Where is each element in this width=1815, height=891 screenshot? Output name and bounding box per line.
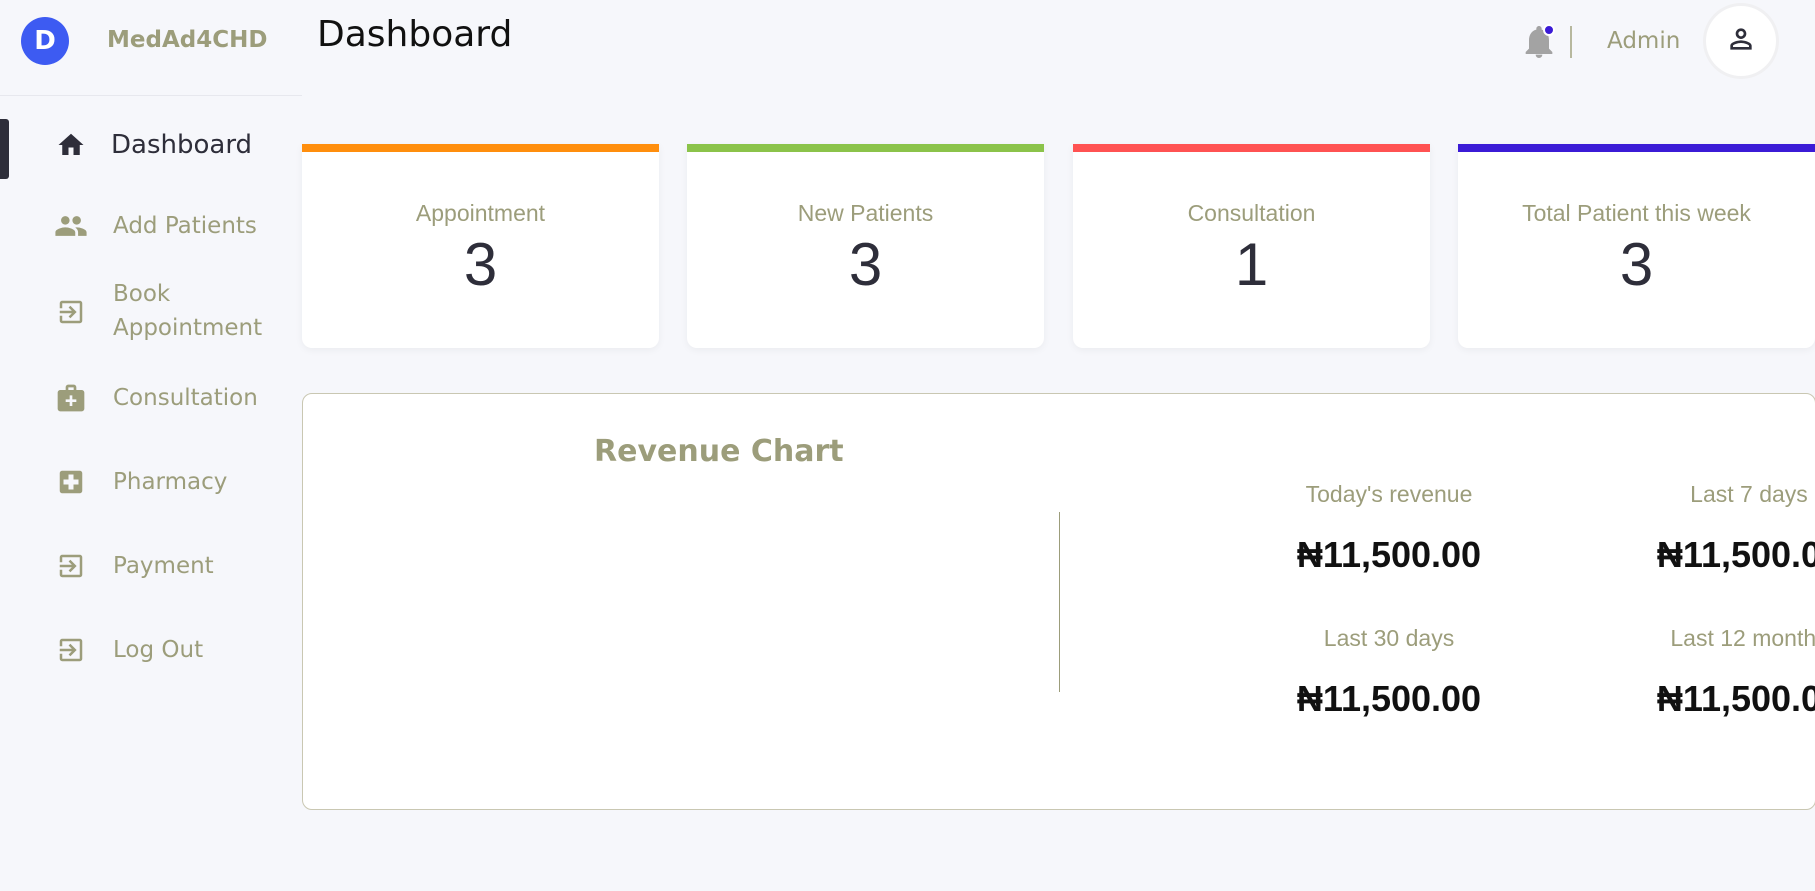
brand-name[interactable]: MedAd4CHD [107, 27, 267, 53]
card-accent-bar [687, 144, 1044, 152]
sidebar-item-label: Consultation [113, 385, 258, 411]
notification-button[interactable] [1523, 24, 1555, 60]
header-divider [1570, 26, 1572, 58]
brand: D MedAd4CHD [0, 0, 302, 96]
login-arrow-icon [54, 549, 88, 583]
revenue-label: Last 7 days [1690, 481, 1808, 507]
revenue-today: Today's revenue ₦11,500.00 [1239, 481, 1539, 576]
sidebar-item-label: Book Appointment [113, 281, 263, 341]
stat-value: 3 [848, 231, 883, 298]
sidebar-item-label: Dashboard [111, 130, 253, 160]
revenue-panel: Revenue Chart Today's revenue ₦11,500.00… [302, 393, 1815, 810]
card-accent-bar [302, 144, 659, 152]
bell-icon [1523, 26, 1555, 64]
revenue-divider [1059, 512, 1060, 692]
stat-title: Appointment [415, 200, 546, 226]
stat-card-total-patients-week: Total Patient this week 3 [1458, 144, 1815, 348]
stat-title: Total Patient this week [1522, 200, 1751, 226]
sidebar-item-label: Payment [113, 553, 214, 579]
stat-value: 3 [463, 231, 498, 298]
home-icon [54, 128, 88, 162]
stat-value: 1 [1234, 231, 1269, 298]
medical-cross-icon [54, 465, 88, 499]
login-arrow-icon [54, 295, 88, 329]
stat-card-appointment: Appointment 3 [302, 144, 659, 348]
stat-card-consultation: Consultation 1 [1073, 144, 1430, 348]
person-icon [1725, 23, 1757, 59]
notification-dot [1543, 24, 1555, 36]
revenue-value: ₦11,500.00 [1296, 534, 1482, 575]
revenue-value: ₦11,500.00 [1296, 678, 1482, 719]
revenue-label: Last 30 days [1323, 625, 1455, 651]
revenue-chart-title: Revenue Chart [594, 434, 844, 469]
revenue-last-12-months: Last 12 months ₦11,500.00 [1599, 625, 1815, 720]
sidebar-item-label: Pharmacy [113, 469, 228, 495]
stat-card-new-patients: New Patients 3 [687, 144, 1044, 348]
revenue-label: Today's revenue [1305, 481, 1473, 507]
revenue-last-30-days: Last 30 days ₦11,500.00 [1239, 625, 1539, 720]
sidebar-item-label: Add Patients [113, 213, 257, 239]
revenue-last-7-days: Last 7 days ₦11,500.00 [1599, 481, 1815, 576]
revenue-value: ₦11,500.00 [1656, 678, 1815, 719]
revenue-value: ₦11,500.00 [1656, 534, 1815, 575]
card-accent-bar [1073, 144, 1430, 152]
login-arrow-icon [54, 633, 88, 667]
sidebar-item-pharmacy[interactable]: Pharmacy [0, 465, 302, 499]
sidebar-item-log-out[interactable]: Log Out [0, 633, 302, 667]
stat-title: Consultation [1187, 200, 1316, 226]
page-title: Dashboard [317, 14, 513, 55]
sidebar-item-payment[interactable]: Payment [0, 549, 302, 583]
medical-bag-icon [54, 381, 88, 415]
sidebar-item-add-patients[interactable]: Add Patients [0, 209, 302, 243]
sidebar-item-book-appointment[interactable]: Book Appointment [0, 277, 302, 347]
revenue-label: Last 12 months [1670, 625, 1815, 651]
user-name[interactable]: Admin [1607, 28, 1680, 54]
card-accent-bar [1458, 144, 1815, 152]
stat-title: New Patients [797, 200, 934, 226]
sidebar-item-dashboard[interactable]: Dashboard [0, 128, 302, 162]
stat-value: 3 [1619, 231, 1654, 298]
people-icon [54, 209, 88, 243]
avatar[interactable] [1706, 6, 1776, 76]
sidebar-item-consultation[interactable]: Consultation [0, 381, 302, 415]
sidebar: D MedAd4CHD Dashboard Add Patients Book … [0, 0, 302, 891]
brand-logo[interactable]: D [21, 17, 69, 65]
sidebar-item-label: Log Out [113, 637, 204, 663]
